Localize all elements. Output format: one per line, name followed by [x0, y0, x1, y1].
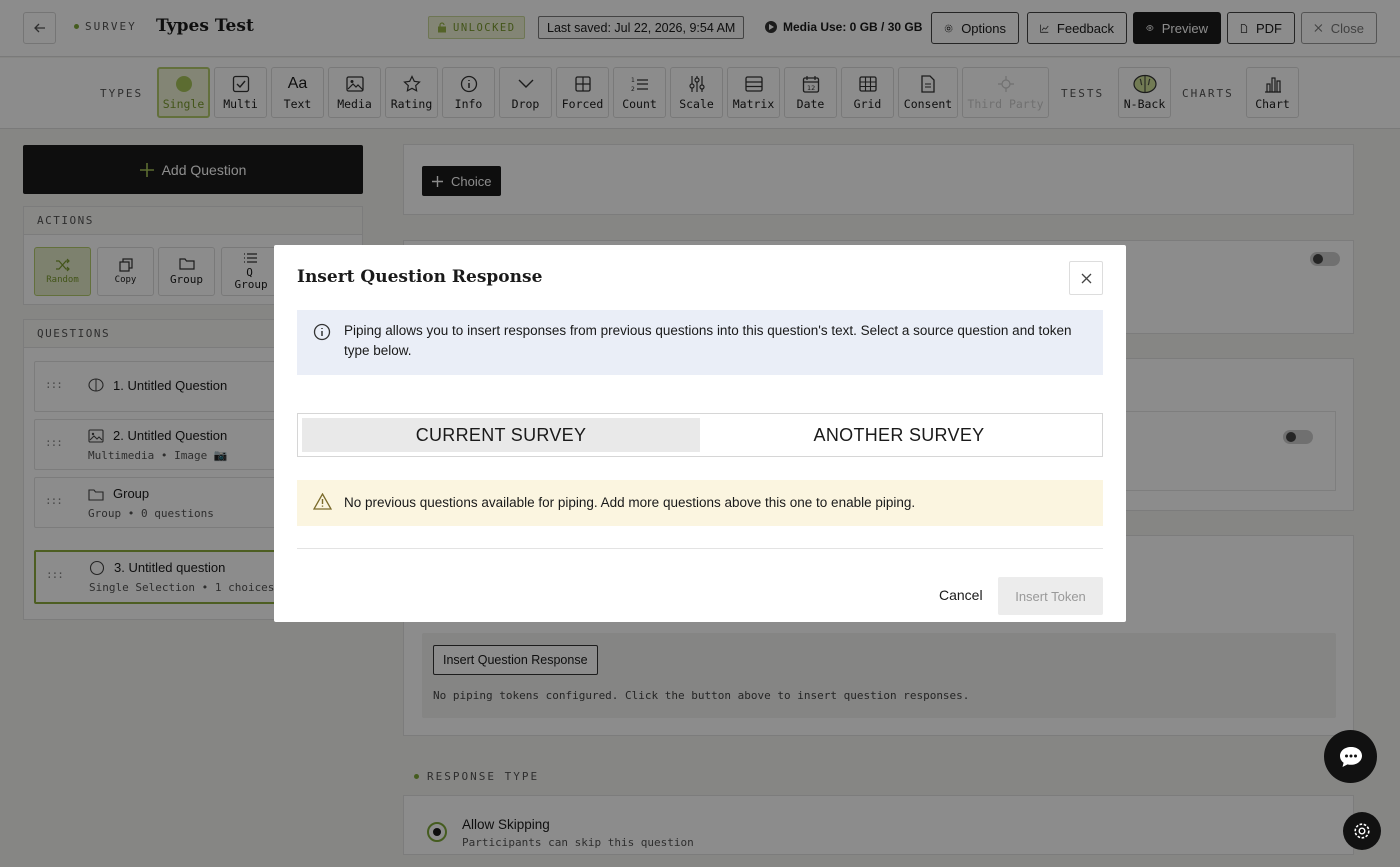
insert-token-button[interactable]: Insert Token [998, 577, 1103, 615]
gear-icon [1354, 823, 1370, 839]
dialog-title: Insert Question Response [297, 267, 543, 287]
survey-source-tabs: CURRENT SURVEY ANOTHER SURVEY [297, 413, 1103, 457]
close-icon [1081, 273, 1091, 283]
settings-button[interactable] [1343, 812, 1381, 850]
warning-callout: No previous questions available for pipi… [297, 480, 1103, 526]
insert-question-response-dialog: Insert Question Response Piping allows y… [274, 245, 1126, 622]
tab-current-survey[interactable]: CURRENT SURVEY [302, 418, 700, 452]
dialog-close-button[interactable] [1069, 261, 1103, 295]
chat-button[interactable] [1324, 730, 1377, 783]
cancel-button[interactable]: Cancel [939, 587, 983, 603]
chat-bubble-icon [1339, 746, 1362, 767]
tab-another-survey[interactable]: ANOTHER SURVEY [700, 418, 1098, 452]
warning-text: No previous questions available for pipi… [344, 495, 916, 510]
info-text: Piping allows you to insert responses fr… [344, 323, 1072, 358]
warning-icon [312, 492, 333, 513]
info-callout: Piping allows you to insert responses fr… [297, 310, 1103, 375]
dialog-divider [297, 548, 1103, 549]
info-icon [313, 323, 331, 347]
